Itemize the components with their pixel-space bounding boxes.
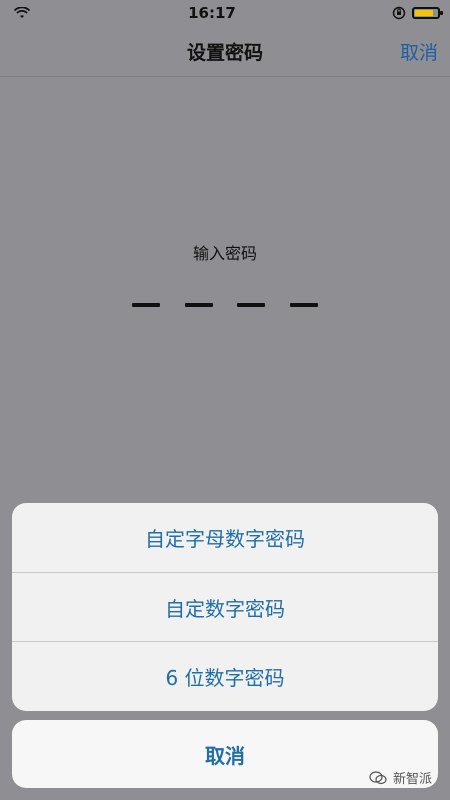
battery-icon [412,7,443,19]
nav-title: 设置密码 [186,41,263,64]
passcode-slot [184,303,213,307]
wifi-icon [14,7,30,18]
option-6-digit-numeric[interactable]: 6 位数字密码 [12,641,438,710]
status-left [0,7,74,19]
passcode-slot [289,303,318,307]
wechat-icon [369,770,387,784]
status-right [350,6,450,20]
passcode-slot [237,303,266,307]
passcode-slot [132,303,160,307]
orientation-lock-icon [392,6,406,20]
option-custom-alphanumeric[interactable]: 自定字母数字密码 [12,503,438,572]
watermark: 新智派 [369,768,432,787]
watermark-text: 新智派 [392,772,432,787]
passcode-options-sheet: 自定字母数字密码 自定数字密码 6 位数字密码 [12,503,438,711]
set-passcode-screen: 16:17 设置密码 取消 输入密码 密码选项 自定字母数字密码 自定数字密码 … [0,0,450,800]
status-bar: 16:17 [0,0,450,26]
passcode-digit-slots [132,303,318,313]
battery-level [415,10,433,16]
navigation-bar: 设置密码 取消 [0,26,450,77]
nav-cancel-button[interactable]: 取消 [400,38,438,65]
option-custom-numeric[interactable]: 自定数字密码 [12,572,438,641]
passcode-prompt: 输入密码 [192,244,257,263]
status-time: 16:17 [188,4,236,22]
